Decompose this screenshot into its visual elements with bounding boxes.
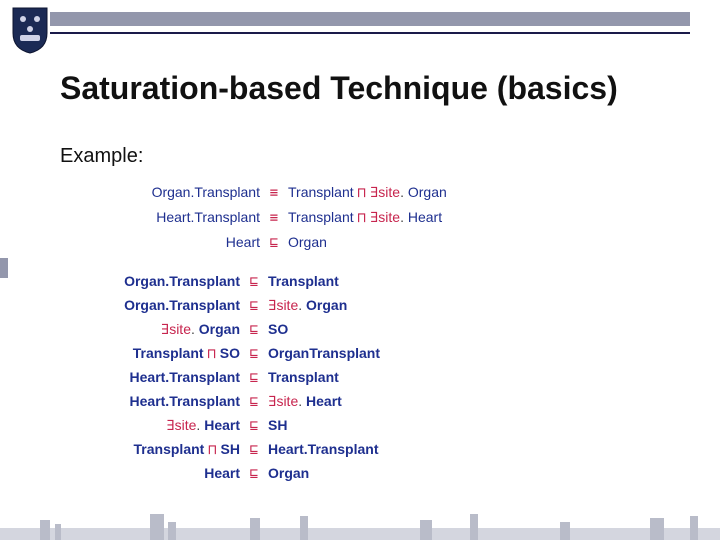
axioms-normalized: Organ.Transplant⊑TransplantOrgan.Transpl…	[60, 270, 380, 486]
footer-skyline	[0, 512, 720, 540]
axiom-row: Organ.Transplant≡Transplant ⊓ ∃site. Org…	[80, 180, 447, 205]
axiom-row: Heart.Transplant⊑Transplant	[60, 366, 380, 390]
axiom-row: Heart⊑Organ	[60, 462, 380, 486]
axiom-row: ∃site. Organ⊑SO	[60, 318, 380, 342]
axiom-row: Organ.Transplant⊑Transplant	[60, 270, 380, 294]
axiom-row: Heart⊑Organ	[80, 230, 447, 255]
axiom-row: Organ.Transplant⊑∃site. Organ	[60, 294, 380, 318]
axiom-row: ∃site. Heart⊑SH	[60, 414, 380, 438]
example-label: Example:	[60, 145, 143, 168]
slide: Saturation-based Technique (basics) Exam…	[0, 0, 720, 540]
axiom-row: Transplant ⊓ SH⊑Heart.Transplant	[60, 438, 380, 462]
header-underline	[50, 32, 690, 34]
university-crest-icon	[10, 5, 50, 55]
axiom-row: Heart.Transplant⊑∃site. Heart	[60, 390, 380, 414]
slide-title: Saturation-based Technique (basics)	[60, 70, 700, 107]
axiom-row: Heart.Transplant≡Transplant ⊓ ∃site. Hea…	[80, 205, 447, 230]
side-accent	[0, 258, 8, 278]
axiom-row: Transplant ⊓ SO⊑OrganTransplant	[60, 342, 380, 366]
axioms-original: Organ.Transplant≡Transplant ⊓ ∃site. Org…	[80, 180, 447, 255]
header-bar	[50, 12, 690, 26]
